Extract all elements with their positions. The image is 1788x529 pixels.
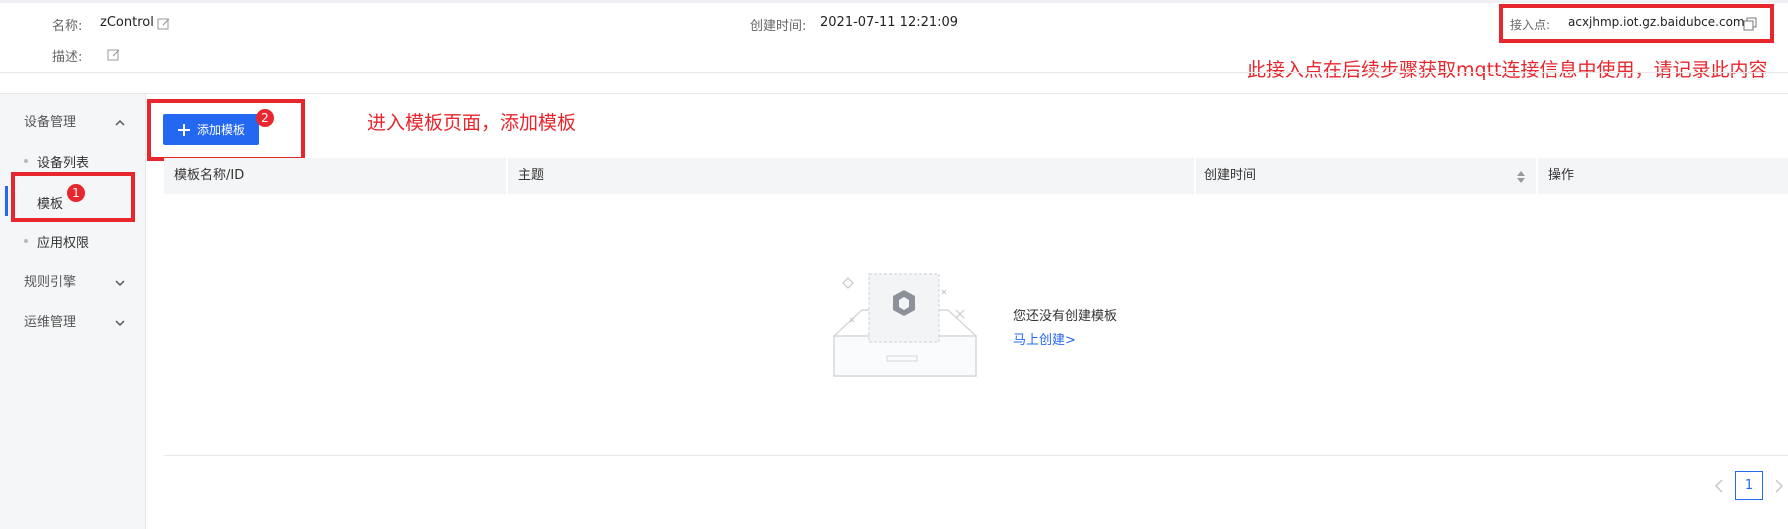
sidebar-active-indicator (5, 186, 8, 216)
chevron-right-icon[interactable] (1774, 478, 1784, 497)
page-number-current[interactable]: 1 (1735, 471, 1763, 500)
empty-box-icon (830, 270, 980, 384)
header-divider (0, 72, 1788, 73)
chevron-left-icon[interactable] (1714, 478, 1724, 497)
create-now-link[interactable]: 马上创建> (1013, 329, 1076, 348)
column-divider (506, 158, 508, 194)
column-header-template-name: 模板名称/ID (174, 168, 245, 183)
sidebar-group-ops-management[interactable]: 运维管理 (24, 311, 76, 330)
content-divider (0, 93, 1788, 94)
name-value: zControl (100, 15, 154, 30)
edit-name-icon[interactable] (157, 16, 171, 35)
created-label: 创建时间: (750, 19, 807, 34)
sort-icon[interactable] (1516, 169, 1526, 188)
chevron-down-icon[interactable] (114, 314, 126, 327)
edit-desc-icon[interactable] (107, 47, 121, 66)
desc-label: 描述: (52, 50, 83, 65)
column-header-created-time: 创建时间 (1204, 168, 1257, 183)
add-template-highlight-box (147, 99, 305, 161)
step-badge-2: 2 (256, 109, 274, 127)
empty-state-message: 您还没有创建模板 (1013, 309, 1118, 324)
endpoint-highlight-box (1499, 4, 1774, 43)
table-header: 模板名称/ID 主题 创建时间 操作 (164, 158, 1788, 194)
sidebar-item-app-permissions[interactable]: 应用权限 (37, 232, 89, 251)
table-bottom-divider (164, 455, 1788, 456)
column-header-topic: 主题 (518, 168, 545, 183)
sidebar-bullet (24, 159, 28, 163)
column-header-actions: 操作 (1548, 168, 1575, 183)
sidebar-group-device-management[interactable]: 设备管理 (24, 111, 76, 130)
name-label: 名称: (52, 19, 83, 34)
add-template-annotation: 进入模板页面，添加模板 (367, 112, 577, 134)
chevron-up-icon[interactable] (114, 114, 126, 126)
sidebar-bullet (24, 239, 28, 243)
endpoint-annotation: 此接入点在后续步骤获取mqtt连接信息中使用，请记录此内容 (1247, 59, 1768, 81)
chevron-down-icon[interactable] (114, 274, 126, 287)
top-border (0, 0, 1788, 3)
created-value: 2021-07-11 12:21:09 (820, 15, 959, 30)
sidebar-item-device-list[interactable]: 设备列表 (37, 152, 89, 171)
column-divider (1194, 158, 1196, 194)
step-badge-1: 1 (67, 184, 85, 202)
column-divider (1536, 158, 1538, 194)
sidebar-group-rule-engine[interactable]: 规则引擎 (24, 271, 76, 290)
